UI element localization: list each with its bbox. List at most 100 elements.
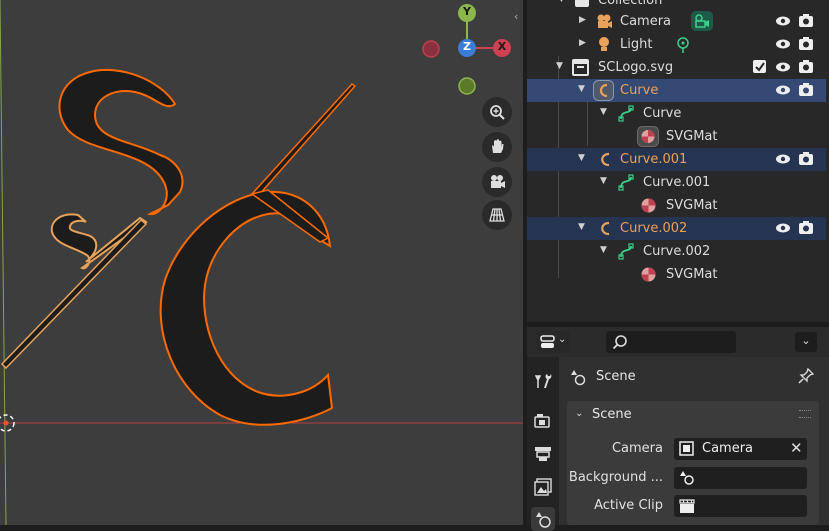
outliner-row-curve-001[interactable]: ▼ Curve.001 <box>527 148 826 171</box>
tab-scene[interactable] <box>531 507 555 531</box>
exclude-checkbox[interactable] <box>752 59 768 75</box>
curve-data-icon <box>618 105 634 122</box>
visibility-eye-icon[interactable] <box>775 220 791 236</box>
gizmo-z-label: Z <box>463 40 471 53</box>
3d-viewport[interactable]: Y Z X <box>0 0 523 525</box>
visibility-eye-icon[interactable] <box>775 59 791 75</box>
chevron-down-icon: ⌄ <box>558 334 567 345</box>
render-camera-icon[interactable] <box>798 13 814 29</box>
grid-perspective-icon[interactable] <box>482 200 512 230</box>
outliner-row-light[interactable]: ▶ Light <box>527 33 826 56</box>
render-camera-icon[interactable] <box>798 82 814 98</box>
outliner-row-camera[interactable]: ▶ Camera <box>527 10 826 33</box>
material-icon <box>641 267 656 282</box>
expand-arrow-icon[interactable]: ▼ <box>556 61 563 71</box>
outliner-row-material[interactable]: SVGMat <box>527 125 826 148</box>
outliner[interactable]: ▼ Collection ▶ Camera ▶ Light ▼ SCLogo.s… <box>527 0 829 322</box>
curve-data-icon <box>618 174 634 191</box>
scene-icon <box>536 512 551 528</box>
camera-field-label: Camera <box>611 441 663 456</box>
light-data-icon[interactable] <box>674 36 692 54</box>
panel-collapse-chevron-icon[interactable]: ⌄ <box>575 408 583 419</box>
outliner-row-label: Curve.002 <box>620 221 688 236</box>
outliner-row-label: Light <box>620 37 653 52</box>
render-camera-icon[interactable] <box>798 220 814 236</box>
properties-search-input[interactable] <box>606 331 736 353</box>
render-camera-icon[interactable] <box>798 151 814 167</box>
expand-arrow-icon[interactable]: ▶ <box>579 38 586 48</box>
visibility-eye-icon[interactable] <box>775 82 791 98</box>
camera-view-icon[interactable] <box>482 167 512 197</box>
panel-title[interactable]: Scene <box>592 407 632 422</box>
render-camera-icon[interactable] <box>798 36 814 52</box>
expand-arrow-icon[interactable]: ▼ <box>578 84 585 94</box>
view-layer-icon <box>534 478 552 496</box>
outliner-row-sclogo-collection[interactable]: ▼ SCLogo.svg <box>527 56 826 79</box>
outliner-row-curve-001-data[interactable]: ▼ Curve.001 <box>527 171 826 194</box>
letter-s-object <box>58 68 184 216</box>
properties-header: ⌄ ⌄ <box>527 327 829 357</box>
properties-editor[interactable]: ⌄ ⌄ Scene ⌄ Scene Camera Camera ✕ Backgr… <box>527 327 829 531</box>
render-camera-icon[interactable] <box>798 59 814 75</box>
y-axis-line <box>0 0 7 525</box>
expand-arrow-icon[interactable]: ▼ <box>600 107 607 117</box>
clear-x-icon[interactable]: ✕ <box>790 439 803 457</box>
background-scene-field[interactable] <box>674 467 807 489</box>
outliner-row-material[interactable]: SVGMat <box>527 194 826 217</box>
active-clip-field[interactable] <box>674 495 807 517</box>
material-icon <box>637 126 659 147</box>
search-icon <box>612 335 627 350</box>
curve-object-icon <box>601 152 610 167</box>
outliner-row-label: SVGMat <box>666 198 718 213</box>
viewport-scene <box>0 0 523 525</box>
camera-field[interactable]: Camera ✕ <box>674 438 807 460</box>
tab-tool[interactable] <box>531 369 555 393</box>
expand-arrow-icon[interactable]: ▼ <box>600 245 607 255</box>
collection-box-icon <box>572 59 589 76</box>
tab-output[interactable] <box>531 442 555 466</box>
outliner-row-curve-data[interactable]: ▼ Curve <box>527 102 826 125</box>
editor-type-button[interactable]: ⌄ <box>536 331 570 353</box>
pin-icon[interactable] <box>798 368 814 384</box>
expand-arrow-icon[interactable]: ▶ <box>579 15 586 25</box>
gizmo-y-label: Y <box>463 5 471 18</box>
outliner-row-label: Curve.002 <box>643 244 711 259</box>
outliner-row-curve[interactable]: ▼ Curve <box>527 79 826 102</box>
visibility-eye-icon[interactable] <box>775 13 791 29</box>
tab-view-layer[interactable] <box>531 475 555 499</box>
material-icon <box>641 198 656 213</box>
outliner-row-label: Curve.001 <box>620 152 688 167</box>
active-clip-field-label: Active Clip <box>594 498 663 513</box>
camera-object-icon <box>597 14 612 28</box>
camera-field-value: Camera <box>702 441 754 456</box>
sidebar-collapse-icon[interactable]: ‹ <box>514 10 524 24</box>
options-dropdown-button[interactable]: ⌄ <box>795 332 817 352</box>
outliner-row-curve-002[interactable]: ▼ Curve.002 <box>527 217 826 240</box>
expand-arrow-icon[interactable]: ▼ <box>578 153 585 163</box>
camera-data-icon[interactable] <box>690 10 714 32</box>
gizmo-neg-x-handle <box>422 40 440 58</box>
visibility-eye-icon[interactable] <box>775 151 791 167</box>
drag-handle-icon[interactable] <box>799 410 811 418</box>
expand-arrow-icon[interactable]: ▼ <box>578 222 585 232</box>
render-icon <box>534 414 550 428</box>
curve-object-icon <box>601 221 610 236</box>
context-title: Scene <box>596 369 636 384</box>
expand-arrow-icon[interactable]: ▼ <box>600 176 607 186</box>
letter-small-s-object <box>50 213 148 270</box>
outliner-row-label: Curve <box>643 106 682 121</box>
pan-hand-icon[interactable] <box>482 132 512 162</box>
visibility-eye-icon[interactable] <box>775 36 791 52</box>
outliner-row-material[interactable]: SVGMat <box>527 263 826 286</box>
scene-field-icon <box>680 471 694 485</box>
tool-wrench-icon <box>534 374 552 388</box>
outliner-row-label: Curve.001 <box>643 175 711 190</box>
collection-icon <box>575 0 589 7</box>
curve-object-icon <box>593 80 614 101</box>
background-field-label: Background ... <box>568 470 663 485</box>
gizmo-neg-y-handle <box>458 77 476 95</box>
tab-render[interactable] <box>531 409 555 433</box>
outliner-row-label: SCLogo.svg <box>598 60 674 75</box>
outliner-row-curve-002-data[interactable]: ▼ Curve.002 <box>527 240 826 263</box>
zoom-icon[interactable] <box>482 97 512 127</box>
